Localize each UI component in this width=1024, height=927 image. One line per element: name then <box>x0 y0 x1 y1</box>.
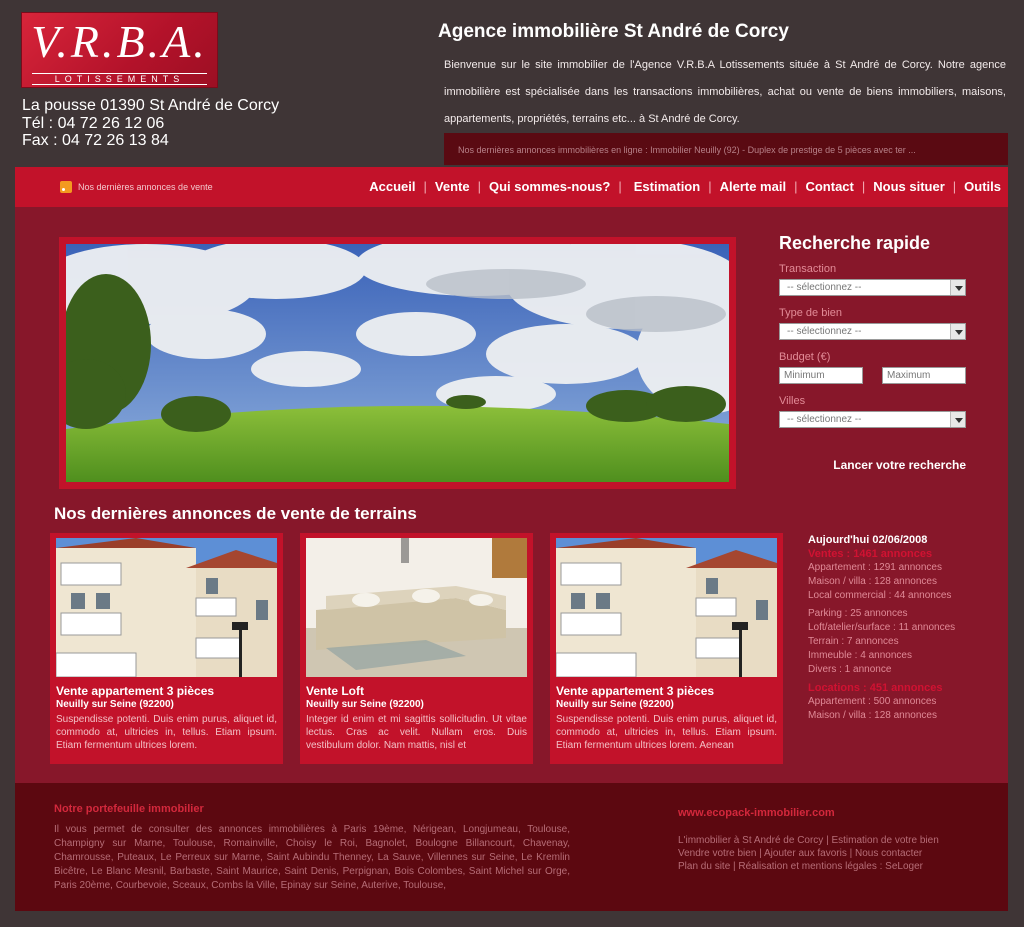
apartment-photo[interactable] <box>556 538 777 677</box>
property-type-value: -- sélectionnez -- <box>787 326 862 337</box>
listing-description: Suspendisse potenti. Duis enim purus, al… <box>56 714 277 751</box>
nav-item-estimation[interactable]: Estimation <box>622 179 708 194</box>
footer-links: L'immobilier à St André de Corcy | Estim… <box>678 835 939 872</box>
stats-row[interactable]: Local commercial : 44 annonces <box>808 589 998 603</box>
logo-subtitle: LOTISSEMENTS <box>32 73 207 85</box>
listing-title[interactable]: Vente appartement 3 pièces <box>556 684 777 698</box>
footer-link-plan[interactable]: Plan du site <box>678 861 730 872</box>
stats-row[interactable]: Parking : 25 annonces <box>808 607 998 621</box>
chevron-down-icon <box>950 324 965 339</box>
stats-row[interactable]: Immeuble : 4 annonces <box>808 649 998 663</box>
city-label: Villes <box>779 395 806 407</box>
footer-link-immobilier[interactable]: L'immobilier à St André de Corcy <box>678 835 823 846</box>
agency-address: La pousse 01390 St André de Corcy Tél : … <box>22 97 279 150</box>
listing-title[interactable]: Vente appartement 3 pièces <box>56 684 277 698</box>
quick-search: Recherche rapide Transaction -- sélectio… <box>779 233 969 472</box>
page-title: Agence immobilière St André de Corcy <box>438 21 789 42</box>
budget-fields: Minimum Maximum <box>779 367 966 384</box>
site-logo[interactable]: V.R.B.A. LOTISSEMENTS <box>21 12 218 88</box>
footer-link-vendre[interactable]: Vendre votre bien <box>678 848 756 859</box>
listings-title: Nos dernières annonces de vente de terra… <box>54 504 417 523</box>
rss-label: Nos dernières annonces de vente <box>78 182 213 192</box>
main-content: Recherche rapide Transaction -- sélectio… <box>15 207 1008 783</box>
listing-card[interactable]: Vente Loft Neuilly sur Seine (92200) Int… <box>300 533 533 764</box>
budget-label: Budget (€) <box>779 351 831 363</box>
footer-link-estimation[interactable]: Estimation de votre bien <box>831 835 938 846</box>
stats-row[interactable]: Loft/atelier/surface : 11 annonces <box>808 621 998 635</box>
stats-row[interactable]: Terrain : 7 annonces <box>808 635 998 649</box>
transaction-value: -- sélectionnez -- <box>787 282 862 293</box>
footer-link-favoris[interactable]: Ajouter aux favoris <box>764 848 847 859</box>
stats-sales-header[interactable]: Ventes : 1461 annonces <box>808 547 998 561</box>
nav-item-qui-sommes-nous[interactable]: Qui sommes-nous? <box>481 179 618 194</box>
chevron-down-icon <box>950 412 965 427</box>
chevron-down-icon <box>950 280 965 295</box>
rss-link[interactable]: Nos dernières annonces de vente <box>60 181 213 193</box>
main-menu: Accueil | Vente | Qui sommes-nous? | Est… <box>361 179 1001 194</box>
nav-item-outils[interactable]: Outils <box>956 179 1001 194</box>
stats-row[interactable]: Appartement : 500 annonces <box>808 695 998 709</box>
footer-title: Notre portefeuille immobilier <box>54 803 204 815</box>
stats-row[interactable]: Maison / villa : 128 annonces <box>808 575 998 589</box>
footer-cities: Il vous permet de consulter des annonces… <box>54 824 570 891</box>
transaction-select[interactable]: -- sélectionnez -- <box>779 279 966 296</box>
listing-description: Integer id enim et mi sagittis sollicitu… <box>306 714 527 751</box>
budget-max-input[interactable]: Maximum <box>882 367 966 384</box>
logo-text: V.R.B.A. <box>31 16 208 67</box>
city-select[interactable]: -- sélectionnez -- <box>779 411 966 428</box>
fax-line: Fax : 04 72 26 13 84 <box>22 132 169 149</box>
phone-line: Tél : 04 72 26 12 06 <box>22 114 165 132</box>
city-value: -- sélectionnez -- <box>787 414 862 425</box>
stats-date: Aujourd'hui 02/06/2008 <box>808 534 928 546</box>
loft-photo[interactable] <box>306 538 527 677</box>
main-navbar: Nos dernières annonces de vente Accueil … <box>15 167 1008 207</box>
property-type-select[interactable]: -- sélectionnez -- <box>779 323 966 340</box>
property-type-label: Type de bien <box>779 307 842 319</box>
footer-url-link[interactable]: www.ecopack-immobilier.com <box>678 807 835 819</box>
listing-location: Neuilly sur Seine (92200) <box>306 699 424 710</box>
apartment-photo[interactable] <box>56 538 277 677</box>
hero-banner <box>59 237 736 489</box>
nav-item-vente[interactable]: Vente <box>427 179 478 194</box>
listing-card[interactable]: Vente appartement 3 pièces Neuilly sur S… <box>50 533 283 764</box>
budget-min-input[interactable]: Minimum <box>779 367 863 384</box>
agency-intro: Bienvenue sur le site immobilier de l'Ag… <box>444 59 1006 125</box>
nav-item-nous-situer[interactable]: Nous situer <box>865 179 953 194</box>
stats-row[interactable]: Maison / villa : 128 annonces <box>808 709 998 723</box>
stats-row[interactable]: Appartement : 1291 annonces <box>808 561 998 575</box>
transaction-label: Transaction <box>779 263 837 275</box>
nav-item-accueil[interactable]: Accueil <box>361 179 423 194</box>
search-title: Recherche rapide <box>779 233 931 253</box>
footer-link-mentions[interactable]: Réalisation et mentions légales : SeLoge… <box>738 861 923 872</box>
listing-location: Neuilly sur Seine (92200) <box>56 699 174 710</box>
listing-description: Suspendisse potenti. Duis enim purus, al… <box>556 714 777 751</box>
stats-rentals-header[interactable]: Locations : 451 annonces <box>808 681 998 695</box>
listing-card[interactable]: Vente appartement 3 pièces Neuilly sur S… <box>550 533 783 764</box>
landscape-image <box>66 244 729 482</box>
site-footer: Notre portefeuille immobilier Il vous pe… <box>15 783 1008 911</box>
listing-stats: Aujourd'hui 02/06/2008 Ventes : 1461 ann… <box>808 533 998 723</box>
stats-row[interactable]: Divers : 1 annonce <box>808 663 998 677</box>
footer-link-contact[interactable]: Nous contacter <box>855 848 922 859</box>
listing-title[interactable]: Vente Loft <box>306 684 527 698</box>
rss-icon <box>60 181 72 193</box>
search-submit-button[interactable]: Lancer votre recherche <box>833 458 966 472</box>
address-line: La pousse 01390 St André de Corcy <box>22 97 280 114</box>
nav-item-alerte-mail[interactable]: Alerte mail <box>712 179 794 194</box>
news-ticker[interactable]: Nos dernières annonces immobilières en l… <box>444 133 1008 165</box>
listing-location: Neuilly sur Seine (92200) <box>556 699 674 710</box>
nav-item-contact[interactable]: Contact <box>797 179 861 194</box>
